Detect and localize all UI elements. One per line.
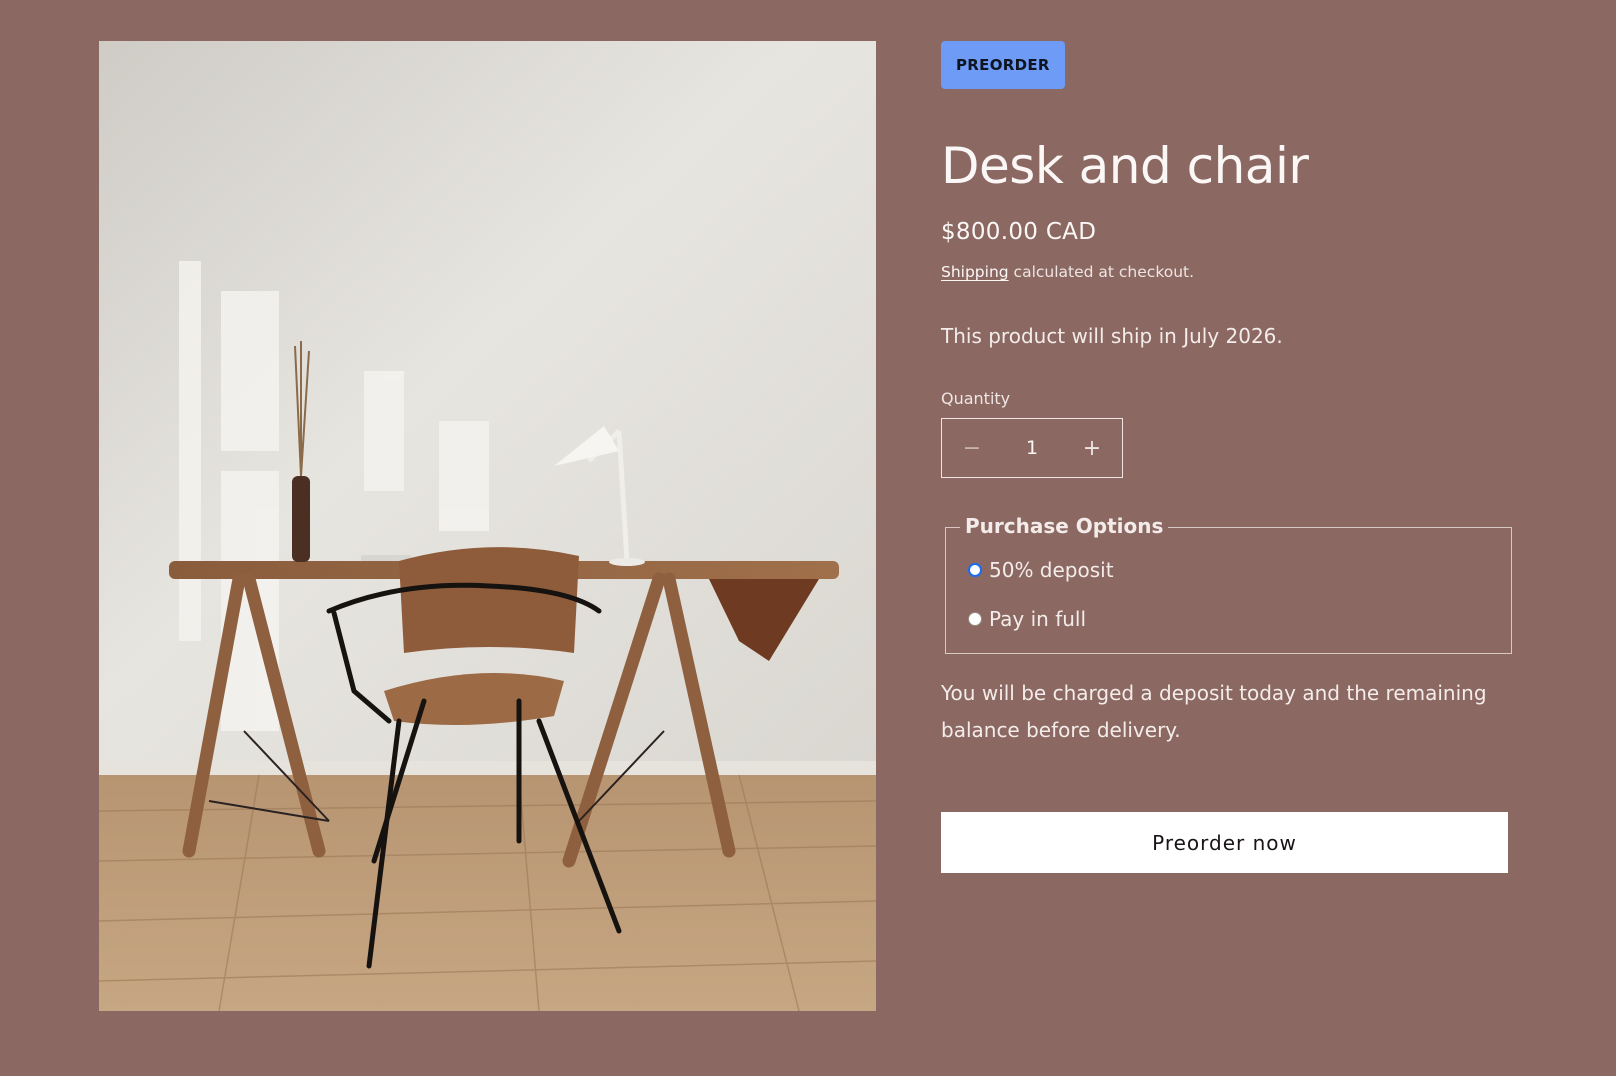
shipping-note: Shipping calculated at checkout.: [941, 263, 1194, 281]
shipping-note-text: calculated at checkout.: [1008, 263, 1195, 281]
quantity-label: Quantity: [941, 389, 1011, 408]
deposit-note: You will be charged a deposit today and …: [941, 681, 1487, 742]
preorder-now-button[interactable]: Preorder now: [941, 812, 1508, 873]
product-page: PREORDER Desk and chair $800.00 CAD Ship…: [0, 0, 1616, 1076]
pay-in-full-radio[interactable]: [968, 612, 982, 626]
product-image[interactable]: [99, 41, 876, 1011]
purchase-options-fieldset: Purchase Options 50% deposit Pay in full: [945, 514, 1512, 654]
option-deposit[interactable]: 50% deposit: [968, 558, 1114, 582]
decrease-quantity-button[interactable]: −: [942, 419, 1002, 477]
quantity-stepper: − 1 +: [941, 418, 1123, 478]
product-info: PREORDER Desk and chair $800.00 CAD Ship…: [941, 41, 1512, 873]
quantity-input[interactable]: 1: [1002, 437, 1062, 459]
deposit-radio[interactable]: [968, 563, 982, 577]
option-pay-in-full-label: Pay in full: [989, 607, 1087, 631]
increase-quantity-button[interactable]: +: [1062, 419, 1122, 477]
purchase-options-legend: Purchase Options: [960, 514, 1169, 538]
product-price: $800.00 CAD: [941, 219, 1097, 245]
ship-date-note: This product will ship in July 2026.: [941, 324, 1283, 348]
option-pay-in-full[interactable]: Pay in full: [968, 607, 1086, 631]
preorder-badge: PREORDER: [941, 41, 1065, 89]
shipping-link[interactable]: Shipping: [941, 263, 1009, 281]
option-deposit-label: 50% deposit: [989, 558, 1114, 582]
product-title: Desk and chair: [941, 137, 1309, 195]
product-photo-illustration: [99, 41, 876, 1011]
